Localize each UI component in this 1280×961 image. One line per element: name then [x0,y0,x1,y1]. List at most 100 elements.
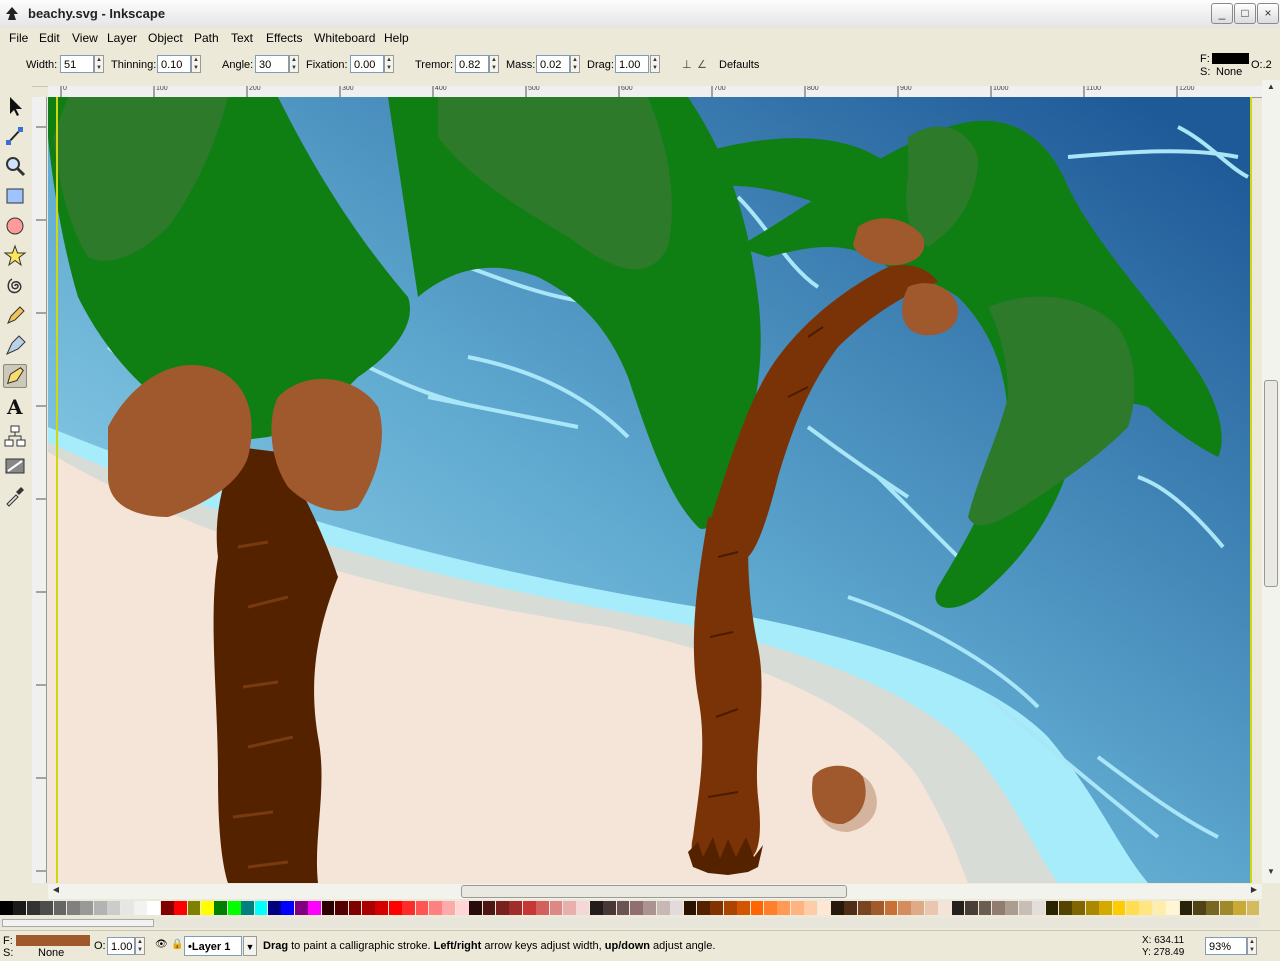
palette-swatch[interactable] [482,901,496,915]
menu-effects[interactable]: Effects [266,31,302,45]
palette-swatch[interactable] [80,901,94,915]
menu-file[interactable]: File [9,31,28,45]
horizontal-scroll-thumb[interactable] [461,885,847,898]
palette-swatch[interactable] [348,901,362,915]
angle-input[interactable]: 30 [255,55,289,73]
palette-swatch[interactable] [804,901,818,915]
visibility-icon[interactable]: 👁 [155,939,168,950]
palette-swatch[interactable] [67,901,80,915]
palette-swatch[interactable] [630,901,643,915]
zoom-spinner[interactable]: ▲ ▼ [1247,937,1257,955]
palette-swatch[interactable] [147,901,161,915]
menu-layer[interactable]: Layer [107,31,137,45]
palette-swatch[interactable] [335,901,348,915]
palette-swatch[interactable] [415,901,429,915]
horizontal-scrollbar[interactable]: ◀ ▶ [48,884,1262,899]
palette-swatch[interactable] [107,901,121,915]
palette-swatch[interactable] [1219,901,1233,915]
status-fill-swatch[interactable] [16,935,90,946]
ellipse-tool-icon[interactable] [3,214,27,238]
mass-spinner[interactable]: ▲ ▼ [570,55,580,73]
palette-swatch[interactable] [777,901,791,915]
palette-swatch[interactable] [509,901,523,915]
defaults-button[interactable]: Defaults [719,59,759,71]
palette-swatch[interactable] [40,901,53,915]
minimize-button[interactable]: _ [1211,3,1233,24]
thinning-spinner[interactable]: ▲ ▼ [191,55,201,73]
drag-input[interactable]: 1.00 [615,55,649,73]
palette-swatch[interactable] [214,901,228,915]
palette-swatch[interactable] [1246,901,1260,915]
palette-swatch[interactable] [1018,901,1032,915]
palette-swatch[interactable] [13,901,27,915]
palette-swatch[interactable] [965,901,978,915]
palette-swatch[interactable] [120,901,134,915]
thinning-input[interactable]: 0.10 [157,55,191,73]
palette-swatch[interactable] [281,901,295,915]
palette-swatch[interactable] [1166,901,1179,915]
palette-swatch[interactable] [1179,901,1193,915]
palette-swatch[interactable] [589,901,603,915]
palette-swatch[interactable] [308,901,322,915]
palette-swatch[interactable] [134,901,147,915]
palette-swatch[interactable] [1206,901,1220,915]
fixation-input[interactable]: 0.00 [350,55,384,73]
text-tool-icon[interactable]: A [3,394,27,418]
palette-swatch[interactable] [1192,901,1206,915]
close-button[interactable]: × [1257,3,1279,24]
palette-swatch[interactable] [402,901,415,915]
zoom-tool-icon[interactable] [3,154,27,178]
layer-select[interactable]: •Layer 1 [184,936,242,956]
palette-swatch[interactable] [442,901,456,915]
layer-dropdown-chevron-icon[interactable]: ▼ [243,936,257,956]
palette-swatch[interactable] [871,901,885,915]
scroll-left-arrow[interactable]: ◀ [50,885,62,897]
palette-swatch[interactable] [817,901,831,915]
palette-swatch[interactable] [549,901,563,915]
selector-tool-icon[interactable] [3,94,27,118]
fill-indicator-swatch[interactable] [1212,53,1249,64]
palette-swatch[interactable] [1085,901,1099,915]
vertical-scrollbar[interactable]: ▲ ▼ [1262,80,1280,883]
pen-tool-icon[interactable] [3,334,27,358]
palette-swatch[interactable] [643,901,657,915]
palette-swatch[interactable] [53,901,67,915]
palette-swatch[interactable] [898,901,911,915]
palette-swatch[interactable] [268,901,281,915]
palette-swatch[interactable] [227,901,241,915]
palette-swatch[interactable] [951,901,965,915]
dropper-tool-icon[interactable] [3,484,27,508]
palette-swatch[interactable] [831,901,844,915]
menu-whiteboard[interactable]: Whiteboard [314,31,375,45]
palette-swatch[interactable] [1032,901,1045,915]
opacity-input[interactable]: 1.00 [107,937,135,955]
fixation-spinner[interactable]: ▲ ▼ [384,55,394,73]
palette-swatch[interactable] [388,901,402,915]
palette-swatch[interactable] [737,901,751,915]
palette-swatch[interactable] [697,901,710,915]
palette-scroll-thumb[interactable] [2,919,154,927]
menu-object[interactable]: Object [148,31,183,45]
palette-swatch[interactable] [160,901,174,915]
pencil-tool-icon[interactable] [3,304,27,328]
calligraphy-tool-icon[interactable] [3,364,27,388]
scroll-right-arrow[interactable]: ▶ [1248,885,1260,897]
palette-swatch[interactable] [978,901,992,915]
tremor-spinner[interactable]: ▲ ▼ [489,55,499,73]
palette-swatch[interactable] [1045,901,1059,915]
palette-swatch[interactable] [857,901,871,915]
vertical-ruler[interactable] [32,97,47,883]
palette-swatch[interactable] [241,901,255,915]
zoom-input[interactable]: 93% [1205,937,1247,955]
node-tool-icon[interactable] [3,124,27,148]
palette-swatch[interactable] [1072,901,1086,915]
palette-scrollbar[interactable] [0,918,1260,928]
scroll-up-arrow[interactable]: ▲ [1264,82,1278,96]
maximize-button[interactable]: □ [1234,3,1256,24]
palette-swatch[interactable] [1112,901,1126,915]
palette-swatch[interactable] [361,901,375,915]
palette-swatch[interactable] [1099,901,1112,915]
palette-swatch[interactable] [670,901,683,915]
palette-swatch[interactable] [991,901,1005,915]
palette-swatch[interactable] [428,901,442,915]
